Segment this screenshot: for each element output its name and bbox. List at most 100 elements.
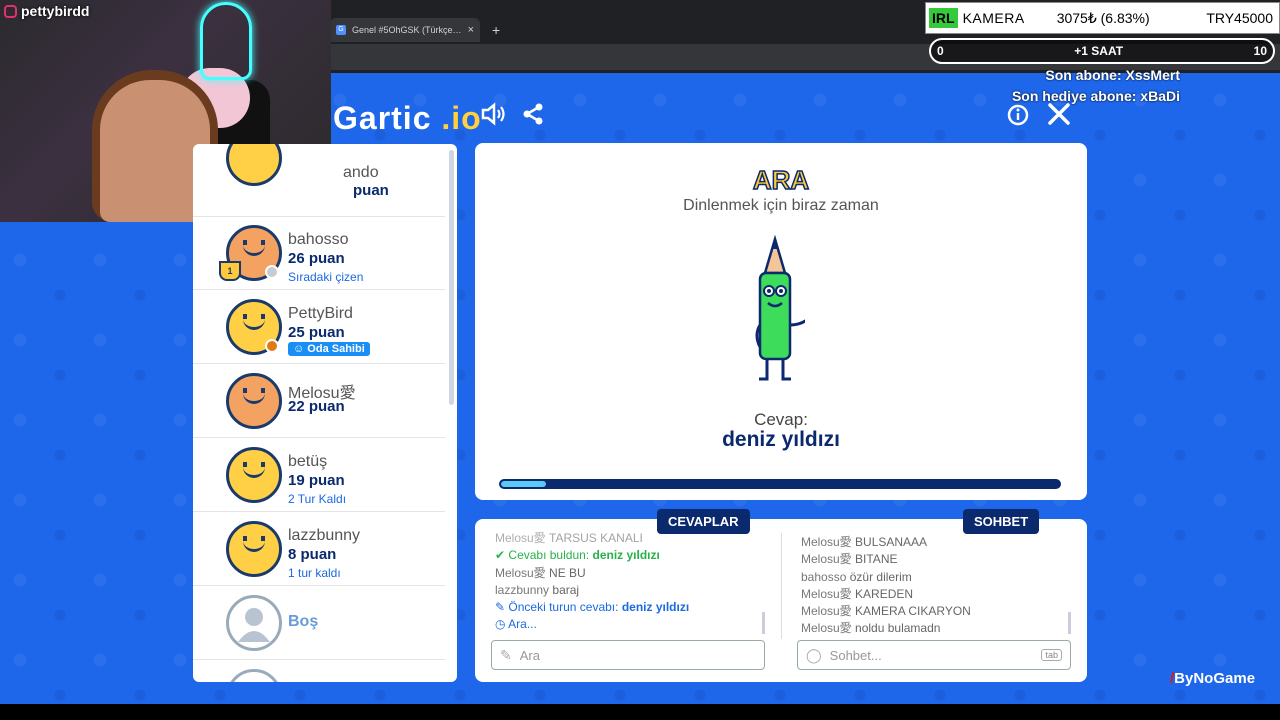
player-score: 26 puan (288, 250, 345, 267)
player-row[interactable]: Melosu愛 22 puan (193, 365, 445, 438)
close-icon[interactable] (1047, 102, 1071, 133)
panel-divider (781, 533, 782, 639)
log-label: Önceki turun cevabı: (508, 600, 619, 615)
handle-text: pettybirdd (21, 3, 90, 19)
pencil-icon: ✎ (500, 646, 512, 663)
player-score: puan (353, 182, 389, 199)
status-dot (265, 265, 279, 279)
list-item: Melosu愛 KAMERA CIKARYON (801, 603, 971, 620)
list-item: lazzbunny baraj (495, 582, 689, 599)
player-list: ando puan 1 bahosso 26 puan Sıradaki çiz… (193, 144, 457, 682)
favicon-icon: G (336, 25, 346, 35)
browser-tab[interactable]: G Genel #5OhGSK (Türkçe) - Gartic × (330, 18, 480, 42)
player-name: betüş (288, 453, 328, 470)
phase-title: ARA (752, 164, 810, 196)
info-icon[interactable] (1007, 104, 1029, 133)
log-user: Melosu愛 (801, 552, 852, 567)
answers-log: Melosu愛 TARSUS KANALI ✔ Cevabı buldun: d… (495, 530, 689, 634)
player-avatar (226, 447, 282, 503)
timer-right: 10 (1253, 44, 1267, 58)
log-text: BULSANAAA (855, 535, 928, 549)
brand-text: ByNoGame (1174, 670, 1256, 687)
empty-avatar-icon (226, 595, 282, 651)
search-icon: ◯ (806, 646, 822, 663)
owner-badge-label: Oda Sahibi (307, 343, 365, 355)
log-text: BITANE (855, 552, 898, 567)
log-value: deniz yıldızı (592, 548, 660, 563)
chat-tag: SOHBET (963, 509, 1040, 534)
chat-scrollbar[interactable] (1068, 612, 1071, 634)
log-text: NE BU (549, 565, 586, 580)
close-tab-icon[interactable]: × (468, 24, 474, 36)
pencil-mascot-icon (755, 234, 805, 381)
player-name: PettyBird (288, 305, 353, 322)
player-score: 25 puan (288, 324, 345, 341)
list-item: ◷ Ara... (495, 616, 689, 633)
logo-suffix: .io (441, 100, 482, 136)
log-text: KAREDEN (855, 586, 914, 601)
check-icon: ✔ (495, 548, 506, 563)
new-tab-button[interactable]: + (492, 22, 500, 38)
list-item: bahosso özür dilerim (801, 569, 971, 586)
log-user: Melosu愛 (801, 535, 852, 549)
timer-left: 0 (937, 44, 944, 58)
log-label: Cevabı buldun: (508, 548, 590, 563)
list-item: Melosu愛 noldu bulamadn (801, 620, 971, 637)
player-note: 1 tur kaldı (288, 566, 341, 580)
log-text: özür dilerim (849, 569, 912, 584)
answer-label: Cevap: (754, 410, 808, 429)
player-row[interactable]: PettyBird 25 puan ☺ Oda Sahibi (193, 291, 445, 364)
player-note: 2 Tur Kaldı (288, 492, 347, 506)
player-row[interactable]: lazzbunny 8 puan 1 tur kaldı (193, 513, 445, 586)
owner-badge: ☺ Oda Sahibi (288, 342, 370, 356)
goal-price: 3075₺ (6.83%) (1056, 9, 1150, 26)
clock-icon: ◷ (495, 617, 506, 632)
player-list-scrollbar[interactable] (449, 150, 454, 405)
player-row[interactable]: ando puan (193, 144, 445, 217)
player-avatar (226, 521, 282, 577)
empty-avatar-icon (226, 669, 282, 682)
sound-icon[interactable] (480, 101, 506, 134)
list-item: Melosu愛 NE BU (495, 565, 689, 582)
player-score: 22 puan (288, 398, 345, 415)
answers-scrollbar[interactable] (762, 612, 765, 634)
logo-text: Gartic (333, 100, 432, 136)
answer-input[interactable]: ✎ Ara (491, 640, 765, 670)
log-user: Melosu愛 (495, 565, 546, 580)
player-note: Sıradaki çizen (288, 270, 364, 284)
tab-key-hint: tab (1041, 649, 1062, 661)
share-icon[interactable] (521, 102, 545, 133)
answer-value: deniz yıldızı (722, 428, 840, 451)
log-user: Melosu愛 (801, 604, 852, 619)
chat-input[interactable]: ◯ Sohbet... tab (797, 640, 1071, 670)
log-text: baraj (552, 582, 580, 597)
list-item: Melosu愛 KAREDEN (801, 586, 971, 603)
bottom-bar (0, 704, 1280, 720)
player-name: ando (343, 164, 379, 181)
answer-input-placeholder: Ara (519, 647, 540, 663)
tab-title: Genel #5OhGSK (Türkçe) - Gartic (352, 25, 462, 35)
subathon-timer-bar: 0 +1 SAAT 10 (929, 38, 1275, 64)
log-text: TARSUS KANALI (549, 531, 643, 545)
player-row-empty (193, 661, 445, 682)
player-row[interactable]: 1 bahosso 26 puan Sıradaki çizen (193, 217, 445, 290)
last-gift-sub-text: Son hediye abone: xBaDi (1011, 88, 1180, 104)
player-avatar (226, 144, 282, 186)
chat-input-placeholder: Sohbet... (829, 647, 882, 663)
log-user: Melosu愛 (801, 621, 852, 636)
log-label: Ara... (508, 617, 537, 632)
tab-strip: G Genel #5OhGSK (Türkçe) - Gartic × + (330, 18, 500, 42)
player-row[interactable]: betüş 19 puan 2 Tur Kaldı (193, 439, 445, 512)
status-dot (265, 339, 279, 353)
list-item: Melosu愛 BITANE (801, 551, 971, 568)
player-score: 19 puan (288, 472, 345, 489)
timer-label: +1 SAAT (1074, 44, 1124, 58)
player-name: lazzbunny (288, 527, 361, 544)
instagram-icon (4, 4, 17, 18)
log-user: bahosso (801, 569, 847, 584)
log-value: deniz yıldızı (621, 600, 690, 615)
log-user: Melosu愛 (801, 586, 852, 601)
last-sub-text: Son abone: XssMert (1045, 67, 1180, 83)
player-row-empty: Boş (193, 587, 445, 660)
chat-log: Melosu愛 BULSANAAA Melosu愛 BITANE bahosso… (801, 534, 971, 638)
